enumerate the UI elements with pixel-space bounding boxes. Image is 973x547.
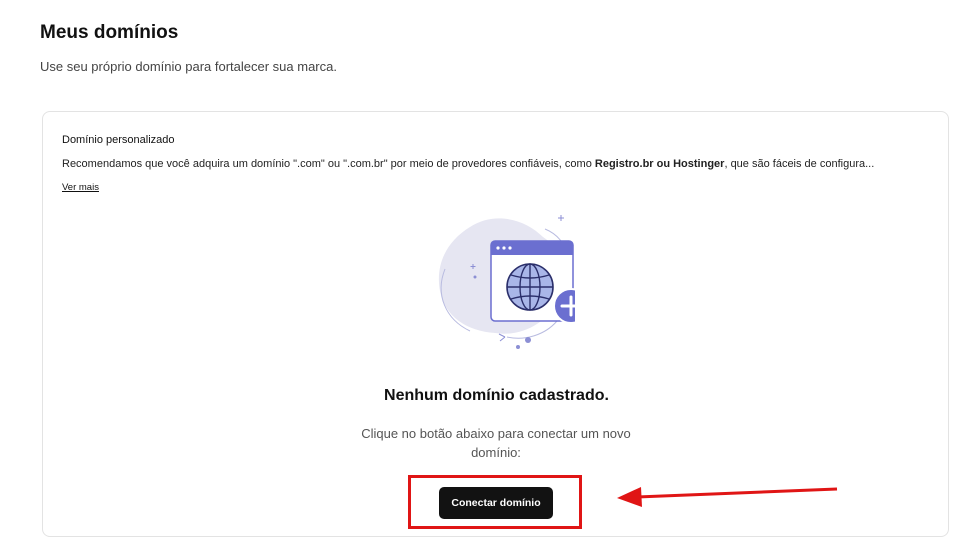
card-description: Recomendamos que você adquira um domínio…	[62, 158, 932, 170]
empty-state-description: Clique no botão abaixo para conectar um …	[361, 426, 631, 460]
annotation-arrow-icon	[617, 487, 838, 507]
card-description-providers: Registro.br ou Hostinger	[594, 158, 725, 170]
see-more-link[interactable]: Ver mais	[62, 182, 99, 193]
custom-domain-card: Domínio personalizado Recomendamos que v…	[42, 111, 949, 537]
browser-globe-plus-icon	[438, 215, 575, 349]
page-title: Meus domínios	[40, 22, 179, 43]
page: Meus domínios Use seu próprio domínio pa…	[0, 0, 973, 547]
card-title: Domínio personalizado	[62, 134, 175, 146]
empty-state-title: Nenhum domínio cadastrado.	[384, 387, 609, 404]
card-description-prefix: Recomendamos que você adquira um domínio…	[62, 158, 595, 170]
annotation-highlight-box	[408, 475, 582, 529]
card-description-suffix: , que são fáceis de configura...	[724, 158, 875, 170]
page-subtitle: Use seu próprio domínio para fortalecer …	[40, 59, 337, 74]
